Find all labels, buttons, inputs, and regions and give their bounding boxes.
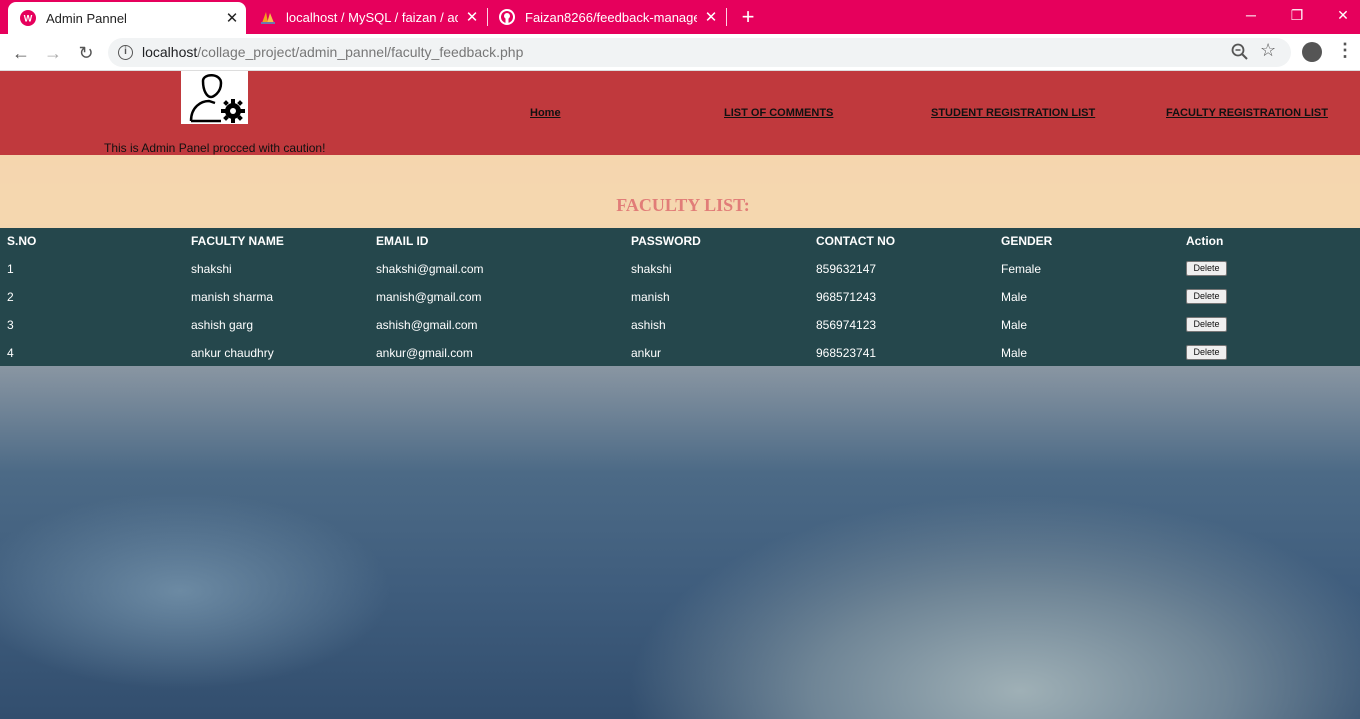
reload-button[interactable]: ↻ (73, 40, 99, 66)
address-bar[interactable]: i localhost/collage_project/admin_pannel… (108, 38, 1291, 67)
page-content: This is Admin Panel procced with caution… (0, 71, 1360, 719)
url-text[interactable]: localhost/collage_project/admin_pannel/f… (142, 44, 523, 60)
title-band: FACULTY LIST: (0, 155, 1360, 228)
table-row: 2 manish sharma manish@gmail.com manish … (0, 284, 1360, 312)
cell-email: manish@gmail.com (376, 290, 482, 304)
delete-button[interactable]: Delete (1186, 289, 1227, 304)
nav-student-registration-link[interactable]: STUDENT REGISTRATION LIST (931, 107, 1095, 119)
cell-password: ankur (631, 346, 662, 360)
back-button[interactable]: ← (8, 40, 34, 66)
tab-title: Admin Pannel (46, 10, 127, 26)
nav-faculty-registration-link[interactable]: FACULTY REGISTRATION LIST (1166, 107, 1328, 119)
header-email: EMAIL ID (376, 234, 429, 248)
cell-sno: 2 (7, 290, 14, 304)
nav-list-of-comments-link[interactable]: LIST OF COMMENTS (724, 107, 833, 119)
header-password: PASSWORD (631, 234, 701, 248)
table-row: 4 ankur chaudhry ankur@gmail.com ankur 9… (0, 340, 1360, 368)
cell-email: ashish@gmail.com (376, 318, 478, 332)
tab-strip: W Admin Pannel ✕ localhost / MySQL / fai… (0, 0, 1360, 34)
zoom-icon[interactable] (1230, 42, 1250, 62)
cell-gender: Male (1001, 290, 1028, 304)
browser-toolbar: ← → ↻ i localhost/collage_project/admin_… (0, 34, 1360, 71)
cell-sno: 4 (7, 346, 14, 360)
phpmyadmin-icon (261, 12, 275, 24)
cell-contact: 968571243 (816, 290, 877, 304)
github-icon (499, 9, 515, 25)
tab-separator (726, 8, 727, 26)
tab-title: Faizan8266/feedback-manageme (525, 9, 697, 25)
delete-button[interactable]: Delete (1186, 317, 1227, 332)
cell-gender: Female (1001, 262, 1042, 276)
cell-sno: 3 (7, 318, 14, 332)
cell-contact: 968523741 (816, 346, 877, 360)
browser-menu-icon[interactable]: ⋮ (1336, 40, 1354, 61)
delete-button[interactable]: Delete (1186, 345, 1227, 360)
url-host: localhost (142, 44, 198, 60)
wamp-icon: W (20, 10, 36, 26)
close-window-button[interactable]: ✕ (1320, 0, 1360, 30)
cell-contact: 859632147 (816, 262, 877, 276)
close-tab-icon[interactable]: ✕ (218, 9, 246, 27)
info-icon[interactable]: i (118, 45, 133, 60)
cell-email: ankur@gmail.com (376, 346, 473, 360)
caution-text: This is Admin Panel procced with caution… (104, 141, 326, 155)
page-title: FACULTY LIST: (616, 195, 750, 215)
url-path: /collage_project/admin_pannel/faculty_fe… (197, 44, 524, 60)
svg-text:W: W (24, 14, 33, 24)
cell-faculty-name: manish sharma (191, 290, 274, 304)
header-contact: CONTACT NO (816, 234, 896, 248)
admin-user-gear-icon (181, 71, 248, 124)
nav-home-link[interactable]: Home (530, 107, 561, 119)
cell-contact: 856974123 (816, 318, 877, 332)
profile-avatar-icon[interactable] (1302, 42, 1322, 62)
cell-gender: Male (1001, 346, 1028, 360)
close-tab-icon[interactable]: ✕ (458, 8, 486, 26)
cell-email: shakshi@gmail.com (376, 262, 484, 276)
cell-password: manish (631, 290, 670, 304)
bookmark-star-icon[interactable]: ☆ (1260, 40, 1276, 61)
cell-faculty-name: ashish garg (191, 318, 254, 332)
close-tab-icon[interactable]: ✕ (697, 8, 725, 26)
forward-button[interactable]: → (40, 40, 66, 66)
cell-gender: Male (1001, 318, 1028, 332)
cell-faculty-name: shakshi (191, 262, 232, 276)
cell-faculty-name: ankur chaudhry (191, 346, 274, 360)
table-row: 1 shakshi shakshi@gmail.com shakshi 8596… (0, 256, 1360, 284)
cell-password: shakshi (631, 262, 672, 276)
new-tab-button[interactable]: + (736, 4, 760, 30)
tab-github[interactable]: Faizan8266/feedback-manageme ✕ (487, 0, 725, 34)
faculty-table: S.NO FACULTY NAME EMAIL ID PASSWORD CONT… (0, 228, 1360, 366)
header-action: Action (1186, 234, 1224, 248)
admin-header: This is Admin Panel procced with caution… (0, 71, 1360, 155)
header-faculty-name: FACULTY NAME (191, 234, 284, 248)
restore-button[interactable]: ❐ (1274, 0, 1320, 30)
minimize-button[interactable]: ─ (1228, 0, 1274, 30)
table-row: 3 ashish garg ashish@gmail.com ashish 85… (0, 312, 1360, 340)
tab-admin-pannel[interactable]: W Admin Pannel ✕ (8, 2, 246, 34)
header-gender: GENDER (1001, 234, 1053, 248)
cell-password: ashish (631, 318, 666, 332)
header-sno: S.NO (7, 234, 37, 248)
cell-sno: 1 (7, 262, 14, 276)
table-header-row: S.NO FACULTY NAME EMAIL ID PASSWORD CONT… (0, 228, 1360, 256)
tab-phpmyadmin[interactable]: localhost / MySQL / faizan / adm ✕ (248, 0, 486, 34)
tab-title: localhost / MySQL / faizan / adm (286, 9, 458, 25)
delete-button[interactable]: Delete (1186, 261, 1227, 276)
